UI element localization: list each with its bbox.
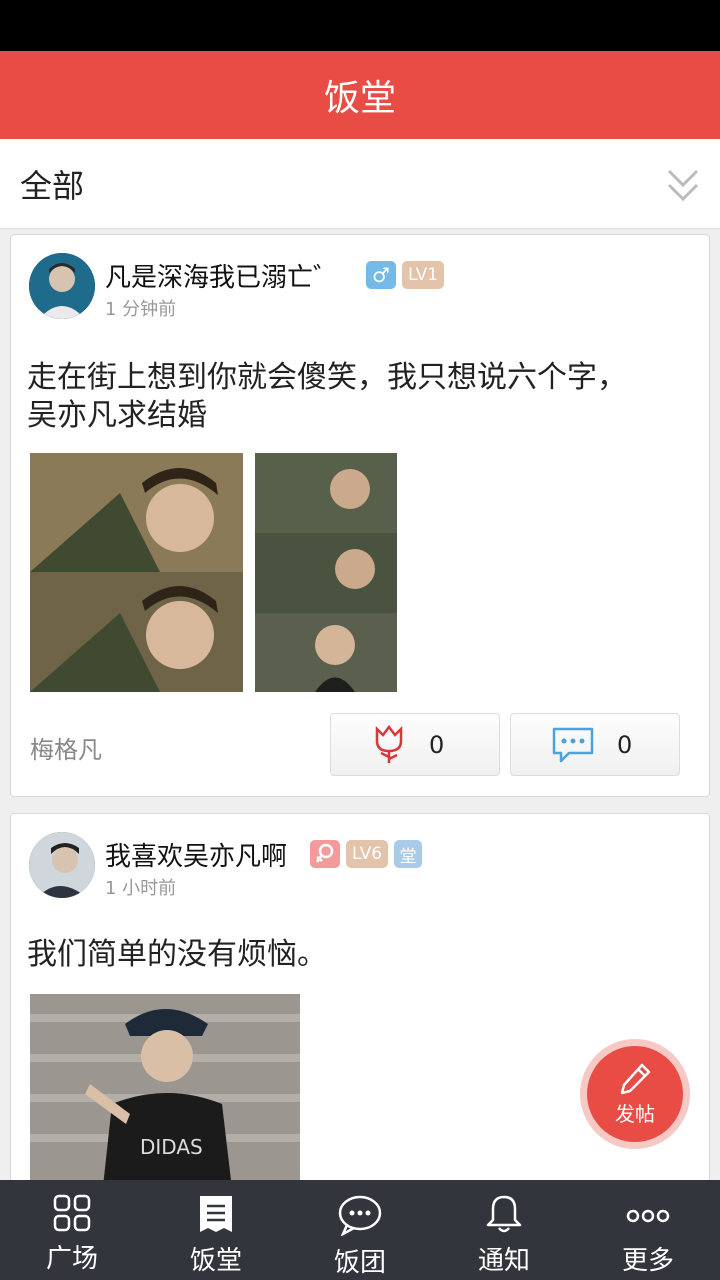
compose-post-button[interactable]: 发帖 — [580, 1039, 690, 1149]
post-card[interactable]: 凡是深海我已溺亡゛ ♂ LV1 1 分钟前 走在街上想到你就会傻笑，我只想说六个… — [10, 234, 710, 797]
grid-icon — [53, 1194, 91, 1232]
post-username[interactable]: 凡是深海我已溺亡゛ — [105, 257, 339, 294]
comment-count: 0 — [617, 730, 633, 759]
tab-square[interactable]: 广场 — [0, 1180, 144, 1280]
avatar[interactable] — [29, 253, 95, 319]
page-title: 饭堂 — [323, 78, 396, 119]
author-tag[interactable]: 梅格凡 — [30, 730, 102, 765]
post-feed[interactable]: 凡是深海我已溺亡゛ ♂ LV1 1 分钟前 走在街上想到你就会傻笑，我只想说六个… — [0, 229, 720, 1180]
pencil-icon — [620, 1063, 651, 1094]
post-image[interactable] — [30, 453, 243, 692]
tab-label: 饭团 — [333, 1248, 386, 1278]
like-count: 0 — [429, 730, 445, 759]
post-image[interactable]: DIDAS — [30, 994, 300, 1180]
level-badge: LV6 — [346, 840, 389, 868]
filter-dropdown[interactable]: 全部 — [0, 139, 720, 229]
tab-more[interactable]: 更多 — [576, 1180, 720, 1280]
user-badges: ♂ LV1 — [366, 261, 445, 289]
male-icon: ♂ — [366, 261, 396, 289]
post-time: 1 分钟前 — [105, 299, 177, 320]
user-badges: LV6 堂 — [310, 840, 423, 868]
status-bar — [0, 0, 720, 51]
level-badge: LV1 — [402, 261, 445, 289]
chat-bubble-icon — [338, 1195, 382, 1236]
post-username[interactable]: 我喜欢吴亦凡啊 — [105, 836, 287, 873]
rose-icon — [375, 724, 403, 763]
svg-text:DIDAS: DIDAS — [140, 1135, 203, 1159]
comment-button[interactable]: 0 — [510, 713, 680, 776]
more-icon — [626, 1209, 670, 1223]
filter-label: 全部 — [20, 166, 85, 205]
fab-label: 发帖 — [615, 1101, 655, 1126]
like-button[interactable]: 0 — [330, 713, 500, 776]
post-time: 1 小时前 — [105, 878, 177, 899]
tab-fantang[interactable]: 饭堂 — [144, 1180, 288, 1280]
tab-label: 广场 — [45, 1244, 98, 1274]
tab-notifications[interactable]: 通知 — [432, 1180, 576, 1280]
comment-icon — [552, 727, 594, 762]
post-content[interactable]: 我们简单的没有烦恼。 — [27, 936, 667, 974]
tab-label: 饭堂 — [189, 1246, 242, 1276]
chevron-down-icon — [667, 169, 699, 202]
female-icon — [310, 840, 340, 868]
post-content[interactable]: 走在街上想到你就会傻笑，我只想说六个字，吴亦凡求结婚 — [27, 359, 627, 435]
tab-fantuan[interactable]: 饭团 — [288, 1180, 432, 1280]
avatar[interactable] — [29, 832, 95, 898]
tang-badge: 堂 — [394, 840, 423, 868]
document-icon — [200, 1196, 232, 1232]
tab-label: 更多 — [621, 1246, 674, 1276]
bell-icon — [486, 1195, 522, 1233]
bottom-tab-bar: 广场 饭堂 饭团 通知 更多 — [0, 1180, 720, 1280]
post-image[interactable] — [255, 453, 397, 692]
title-bar: 饭堂 — [0, 51, 720, 139]
tab-label: 通知 — [477, 1246, 530, 1276]
